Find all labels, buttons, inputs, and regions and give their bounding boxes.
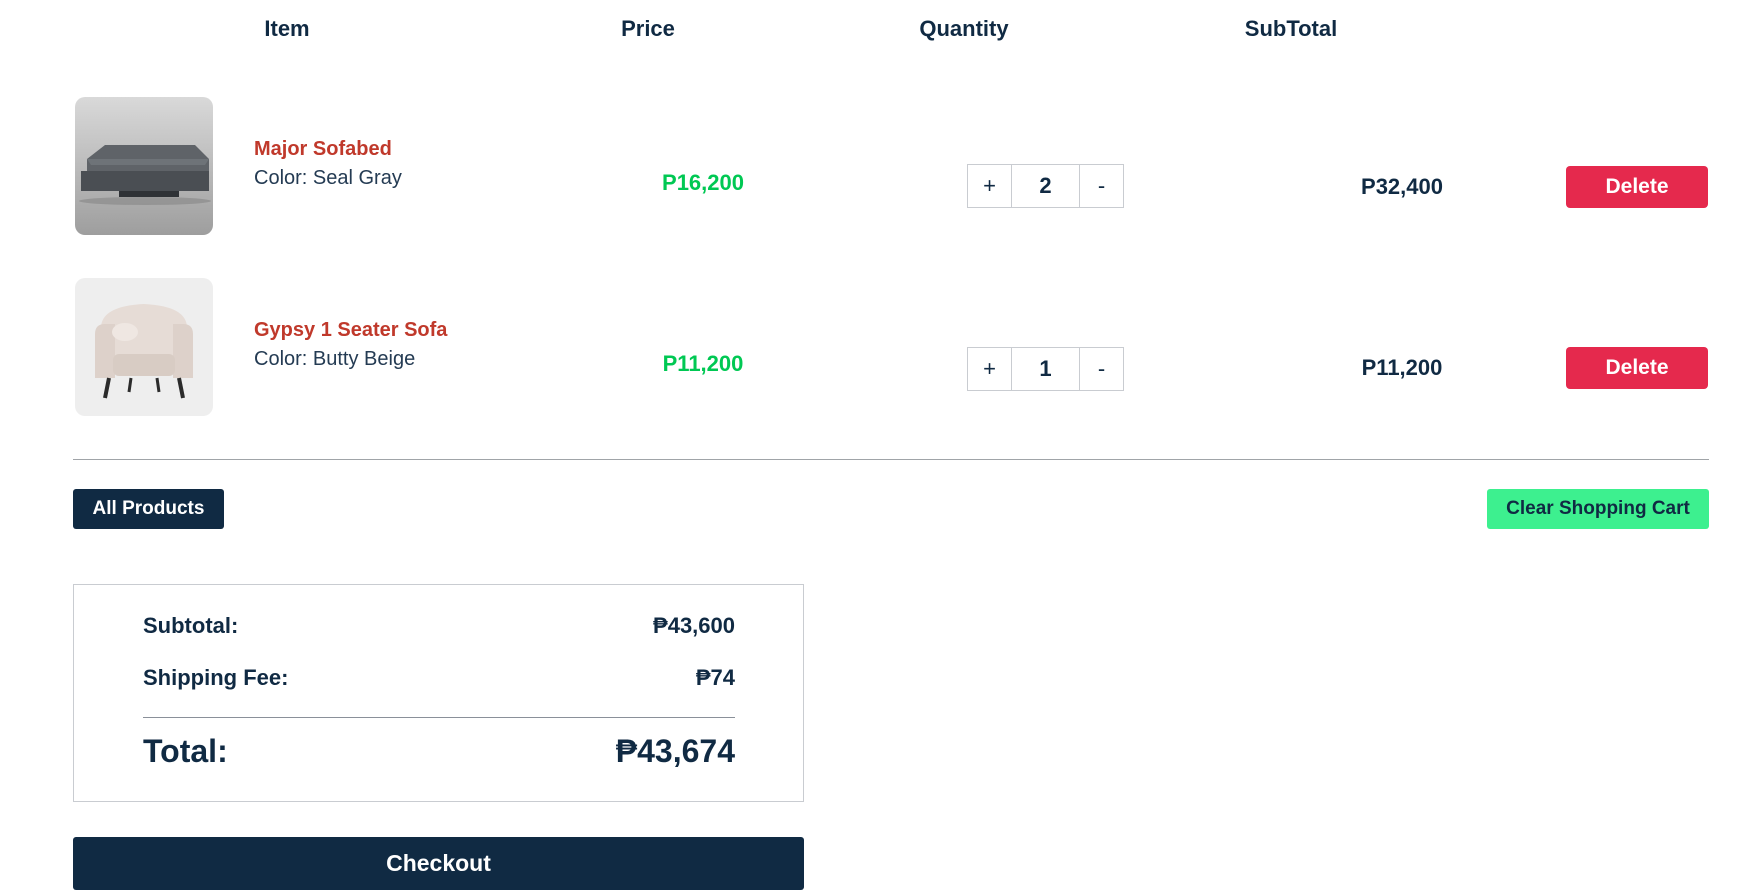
- subtotal-label: Subtotal:: [143, 613, 239, 638]
- cart-divider: [73, 459, 1709, 460]
- decrement-button[interactable]: -: [1080, 165, 1123, 207]
- shipping-label: Shipping Fee:: [143, 665, 289, 690]
- total-value: ₱43,674: [615, 733, 735, 769]
- summary-total-row: Total: ₱43,674: [143, 733, 735, 770]
- item-price: P16,200: [662, 170, 744, 195]
- delete-button[interactable]: Delete: [1566, 166, 1708, 208]
- decrement-button[interactable]: -: [1080, 348, 1123, 390]
- header-subtotal: SubTotal: [1244, 16, 1338, 41]
- cart-row: Major Sofabed Color: Seal Gray P16,200 +…: [0, 97, 1747, 237]
- increment-button[interactable]: +: [968, 165, 1011, 207]
- increment-button[interactable]: +: [968, 348, 1011, 390]
- total-label: Total:: [143, 733, 228, 769]
- subtotal-value: ₱43,600: [653, 613, 735, 638]
- delete-button[interactable]: Delete: [1566, 347, 1708, 389]
- summary-divider: [143, 717, 735, 718]
- order-summary: Subtotal: ₱43,600 Shipping Fee: ₱74 Tota…: [73, 584, 804, 802]
- checkout-button[interactable]: Checkout: [73, 837, 804, 890]
- summary-subtotal-row: Subtotal: ₱43,600: [143, 613, 735, 639]
- shipping-value: ₱74: [695, 665, 735, 690]
- item-price: P11,200: [662, 351, 744, 376]
- clear-cart-button[interactable]: Clear Shopping Cart: [1487, 489, 1709, 529]
- all-products-button[interactable]: All Products: [73, 489, 224, 529]
- sofabed-icon: [75, 97, 213, 235]
- header-quantity: Quantity: [919, 16, 1009, 41]
- quantity-stepper: + 1 -: [967, 347, 1124, 391]
- item-color: Color: Butty Beige: [254, 348, 416, 370]
- sofabed-image: [75, 97, 213, 235]
- item-name[interactable]: Gypsy 1 Seater Sofa: [254, 319, 447, 342]
- quantity-value: 1: [1011, 348, 1080, 390]
- item-subtotal: P32,400: [1361, 174, 1443, 199]
- item-subtotal: P11,200: [1361, 355, 1443, 380]
- quantity-stepper: + 2 -: [967, 164, 1124, 208]
- summary-shipping-row: Shipping Fee: ₱74: [143, 665, 735, 691]
- item-color: Color: Seal Gray: [254, 167, 402, 189]
- header-price: Price: [621, 16, 675, 41]
- cart-table-header: Item Price Quantity SubTotal: [0, 16, 1747, 46]
- armchair-icon: [75, 278, 213, 416]
- item-name[interactable]: Major Sofabed: [254, 138, 392, 161]
- header-item: Item: [264, 16, 310, 41]
- quantity-value: 2: [1011, 165, 1080, 207]
- cart-row: Gypsy 1 Seater Sofa Color: Butty Beige P…: [0, 278, 1747, 418]
- armchair-image: [75, 278, 213, 416]
